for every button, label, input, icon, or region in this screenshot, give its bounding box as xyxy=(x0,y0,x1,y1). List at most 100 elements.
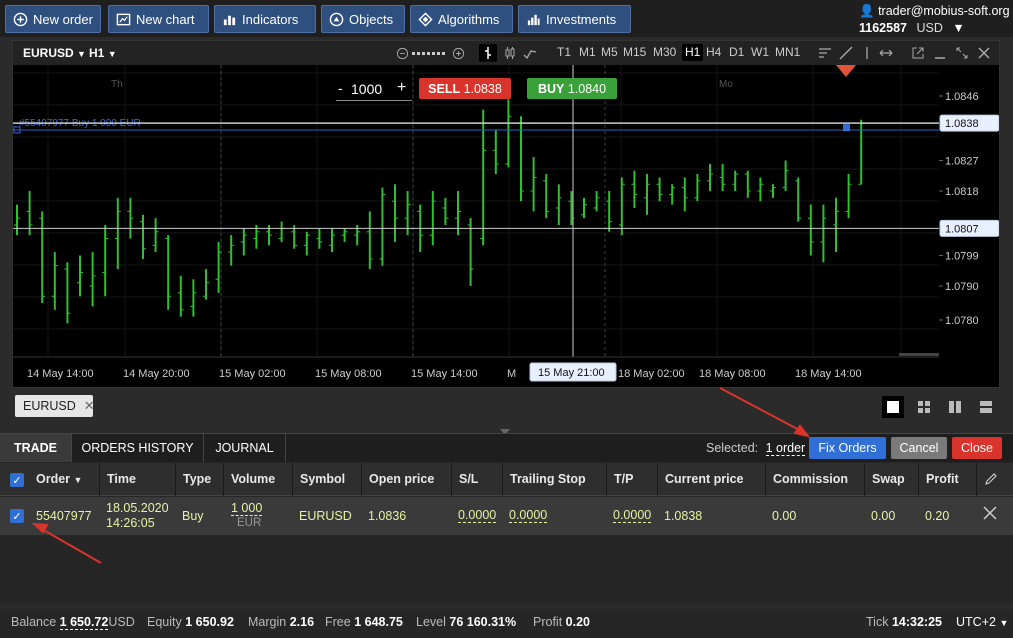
zoom-out-icon[interactable] xyxy=(393,44,411,62)
timeframe-h1[interactable]: H1 xyxy=(682,44,704,61)
account-panel[interactable]: 👤 trader@mobius-soft.org 1162587 USD ▼ xyxy=(853,0,1013,37)
table-row[interactable]: ✓ 55407977 18.05.2020 14:26:05 Buy 1 000… xyxy=(0,497,1013,535)
order-volume[interactable]: 1 000 xyxy=(231,501,263,516)
close-order-icon[interactable] xyxy=(983,506,997,523)
time-tick-label: 18 May 08:00 xyxy=(699,368,766,380)
price-chart[interactable]: ThFrMo #55407977 Buy 1 000 EUR 1.08461.0… xyxy=(13,65,999,387)
column-current-price[interactable]: Current price xyxy=(657,463,765,496)
order-tp[interactable]: 0.0000 xyxy=(613,508,652,523)
new-order-button[interactable]: New order xyxy=(5,5,101,33)
column-time[interactable]: Time xyxy=(99,463,175,496)
row-checkbox[interactable]: ✓ xyxy=(10,509,24,523)
order-id: 55407977 xyxy=(36,509,92,523)
column-sl[interactable]: S/L xyxy=(451,463,502,496)
single-layout-icon[interactable] xyxy=(882,396,904,418)
close-icon[interactable] xyxy=(975,44,993,62)
timeframe-m15[interactable]: M15 xyxy=(623,45,646,59)
timeframe-mn1[interactable]: MN1 xyxy=(775,45,800,59)
objects-icon xyxy=(328,11,344,27)
margin-label: Margin xyxy=(248,615,287,629)
tab-trade[interactable]: TRADE xyxy=(0,434,72,462)
order-open-price: 1.0836 xyxy=(368,509,407,523)
vertical-split-layout-icon[interactable] xyxy=(944,396,966,418)
balance-value[interactable]: 1 650.72 xyxy=(59,615,109,630)
crosshair-time-tag: 15 May 21:00 xyxy=(538,367,605,379)
indicators-button[interactable]: Indicators xyxy=(214,5,316,33)
select-all-checkbox[interactable]: ✓ xyxy=(10,473,24,487)
tab-orders-history[interactable]: ORDERS HISTORY xyxy=(72,434,204,462)
horizontal-scrollbar[interactable] xyxy=(899,353,939,356)
cancel-button[interactable]: Cancel xyxy=(891,437,947,459)
edit-columns-icon[interactable] xyxy=(976,463,1013,496)
buy-price: 1.0840 xyxy=(567,81,607,96)
indicators-label: Indicators xyxy=(242,11,299,27)
price-tick-label: 1.0818 xyxy=(945,186,979,198)
zoom-slider[interactable] xyxy=(411,44,449,62)
timeframe-h4[interactable]: H4 xyxy=(706,45,721,59)
column-open-price[interactable]: Open price xyxy=(361,463,451,496)
column-swap[interactable]: Swap xyxy=(864,463,918,496)
bar-chart-type-icon[interactable] xyxy=(479,44,497,62)
symbol-selector[interactable]: EURUSD ▼ xyxy=(23,46,86,60)
timeframe-m30[interactable]: M30 xyxy=(653,45,676,59)
column-commission[interactable]: Commission xyxy=(765,463,864,496)
column-order[interactable]: Order ▼ xyxy=(29,463,99,496)
close-button[interactable]: Close xyxy=(952,437,1002,459)
column-profit[interactable]: Profit xyxy=(918,463,976,496)
close-icon[interactable]: ✕ xyxy=(84,398,95,414)
plus-circle-icon xyxy=(12,11,28,27)
buy-button[interactable]: BUY 1.0840 xyxy=(527,78,617,99)
column-type[interactable]: Type xyxy=(175,463,223,496)
zoom-in-icon[interactable] xyxy=(449,44,467,62)
timeframe-w1[interactable]: W1 xyxy=(751,45,769,59)
horizontal-arrows-icon[interactable] xyxy=(877,44,895,62)
minus-icon[interactable]: - xyxy=(338,80,343,96)
selected-value[interactable]: 1 order xyxy=(765,441,806,456)
order-commission: 0.00 xyxy=(772,509,797,523)
horizontal-split-layout-icon[interactable] xyxy=(975,396,997,418)
diamond-icon xyxy=(417,11,433,27)
grid-layout-icon[interactable] xyxy=(913,396,935,418)
quantity-field[interactable]: - 1000 + xyxy=(336,79,412,101)
level-value: 76 160.31% xyxy=(449,615,517,629)
panel-tabs: TRADE ORDERS HISTORY JOURNAL Selected: 1… xyxy=(0,434,1013,462)
time-tick-label: 15 May 02:00 xyxy=(219,368,286,380)
line-chart-type-icon[interactable] xyxy=(521,44,539,62)
algorithms-button[interactable]: Algorithms xyxy=(410,5,513,33)
price-tick-label: 1.0799 xyxy=(945,251,979,263)
sell-button[interactable]: SELL 1.0838 xyxy=(419,78,511,99)
maximize-icon[interactable] xyxy=(953,44,971,62)
objects-button[interactable]: Objects xyxy=(321,5,405,33)
column-symbol[interactable]: Symbol xyxy=(292,463,361,496)
popout-icon[interactable] xyxy=(909,44,927,62)
trend-line-icon[interactable] xyxy=(837,44,855,62)
investments-button[interactable]: Investments xyxy=(518,5,631,33)
plus-icon[interactable]: + xyxy=(397,79,406,97)
status-bar: Balance 1 650.72USD Equity 1 650.92 Marg… xyxy=(0,609,1013,638)
timeframe-m5[interactable]: M5 xyxy=(601,45,618,59)
vertical-line-icon[interactable] xyxy=(858,44,876,62)
column-volume[interactable]: Volume xyxy=(223,463,292,496)
timeframe-m1[interactable]: M1 xyxy=(579,45,596,59)
sell-label: SELL xyxy=(428,81,461,96)
timezone-selector[interactable]: UTC+2 ▼ xyxy=(956,615,1008,629)
margin-level: Level 76 160.31% xyxy=(416,615,516,629)
column-tp[interactable]: T/P xyxy=(606,463,657,496)
indicator-settings-icon[interactable] xyxy=(816,44,834,62)
new-chart-button[interactable]: New chart xyxy=(108,5,209,33)
timeframe-selector[interactable]: H1 ▼ xyxy=(89,46,117,60)
order-trailing-stop[interactable]: 0.0000 xyxy=(509,508,548,523)
timeframe-d1[interactable]: D1 xyxy=(729,45,744,59)
account-id-row[interactable]: 1162587 USD ▼ xyxy=(859,21,965,35)
order-sl[interactable]: 0.0000 xyxy=(458,508,497,523)
tab-journal[interactable]: JOURNAL xyxy=(204,434,286,462)
timeframe-t1[interactable]: T1 xyxy=(557,45,571,59)
candle-chart-type-icon[interactable] xyxy=(501,44,519,62)
minimize-icon[interactable] xyxy=(931,44,949,62)
column-trailing-stop[interactable]: Trailing Stop xyxy=(502,463,606,496)
fix-orders-button[interactable]: Fix Orders xyxy=(809,437,886,459)
tick-value: 14:32:25 xyxy=(891,615,942,629)
order-profit: 0.20 xyxy=(925,509,950,523)
chart-tab-eurusd[interactable]: EURUSD ✕ xyxy=(15,395,95,417)
selected-count: Selected: 1 order xyxy=(706,441,806,456)
